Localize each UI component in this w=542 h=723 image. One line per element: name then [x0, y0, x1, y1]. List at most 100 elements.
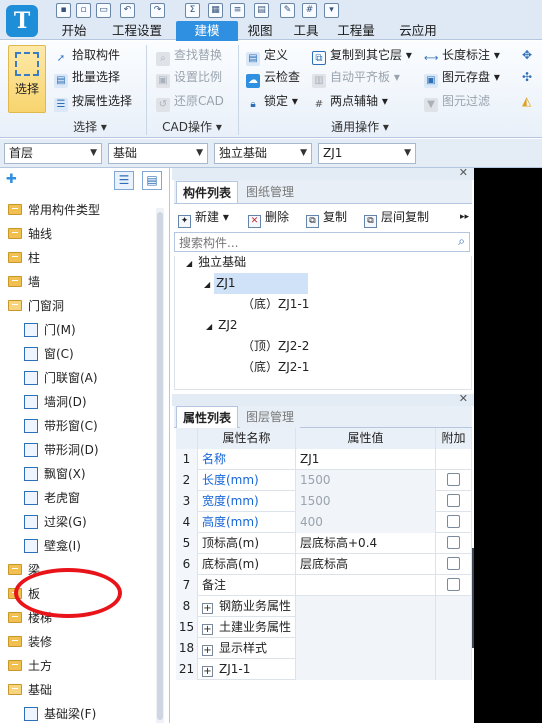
- add-checkbox[interactable]: [447, 473, 460, 486]
- table-icon[interactable]: ▦: [208, 3, 223, 18]
- property-value[interactable]: 400: [296, 512, 436, 533]
- redo-icon[interactable]: ↷: [150, 3, 165, 18]
- category-select[interactable]: 基础 ▼: [108, 143, 208, 164]
- length-dimension-button[interactable]: ⟷ 长度标注 ▾: [424, 45, 500, 65]
- property-value[interactable]: 层底标高+0.4: [296, 533, 436, 554]
- property-row[interactable]: 6 底标高(m) 层底标高: [176, 554, 472, 575]
- property-value[interactable]: 层底标高: [296, 554, 436, 575]
- property-value[interactable]: ZJ1: [296, 449, 436, 470]
- pick-component-button[interactable]: ➚ 拾取构件: [54, 45, 120, 65]
- property-row[interactable]: 5 顶标高(m) 层底标高+0.4: [176, 533, 472, 554]
- expand-all-icon[interactable]: ✚: [6, 172, 17, 187]
- lock-button[interactable]: 🔒︎ 锁定 ▾: [246, 91, 298, 111]
- list-view-icon[interactable]: ☰: [114, 171, 134, 190]
- tree-item-slab[interactable]: 板: [8, 582, 40, 606]
- property-value[interactable]: 1500: [296, 470, 436, 491]
- save-element-button[interactable]: ▣ 图元存盘 ▾: [424, 67, 500, 88]
- select-button[interactable]: 选择: [8, 45, 46, 113]
- tree-item-niche[interactable]: 壁龛(I): [24, 534, 81, 558]
- tab-cloud[interactable]: 云应用: [392, 22, 444, 40]
- tree-item-common-types[interactable]: 常用构件类型: [8, 198, 100, 222]
- expand-plus-icon[interactable]: +: [202, 666, 213, 677]
- tree-item-decoration[interactable]: 装修: [8, 630, 52, 654]
- add-checkbox[interactable]: [447, 536, 460, 549]
- tab-drawing-management[interactable]: 图纸管理: [240, 181, 301, 203]
- rotate-icon[interactable]: ✣: [522, 67, 532, 87]
- edit-icon[interactable]: ✎: [280, 3, 295, 18]
- delete-button[interactable]: ✕ 删除: [248, 206, 289, 228]
- define-button[interactable]: ▤ 定义: [246, 45, 288, 66]
- restore-cad-button[interactable]: ↺ 还原CAD: [156, 91, 224, 112]
- open-file-icon[interactable]: ▫: [76, 3, 91, 18]
- tree-item-lintel[interactable]: 过梁(G): [24, 510, 87, 534]
- common-group-label[interactable]: 通用操作 ▾: [300, 118, 420, 136]
- tree-item-strip-window[interactable]: 带形窗(C): [24, 414, 98, 438]
- new-button[interactable]: ✦ 新建 ▾: [178, 206, 229, 228]
- tree-item-door[interactable]: 门(M): [24, 318, 76, 342]
- component-search-input[interactable]: [179, 234, 439, 251]
- tree-item-earthwork[interactable]: 土方: [8, 654, 52, 678]
- undo-icon[interactable]: ↶: [120, 3, 135, 18]
- report-icon[interactable]: ≡: [230, 3, 245, 18]
- copy-to-other-layer-button[interactable]: ⧉ 复制到其它层 ▾: [312, 45, 412, 65]
- grid-icon[interactable]: #: [302, 3, 317, 18]
- tree-item-window[interactable]: 窗(C): [24, 342, 74, 366]
- app-logo[interactable]: T: [6, 5, 38, 37]
- document-icon[interactable]: ▤: [254, 3, 269, 18]
- property-row[interactable]: 15 + 土建业务属性: [176, 617, 472, 638]
- sum-icon[interactable]: Σ: [185, 3, 200, 18]
- property-row[interactable]: 3 宽度(mm) 1500: [176, 491, 472, 512]
- property-row[interactable]: 21 + ZJ1-1: [176, 659, 472, 680]
- tab-tools[interactable]: 工具: [284, 22, 328, 40]
- expand-plus-icon[interactable]: +: [202, 624, 213, 635]
- property-value[interactable]: [296, 596, 436, 617]
- left-scrollbar-thumb[interactable]: [157, 212, 163, 720]
- property-value[interactable]: [296, 659, 436, 680]
- detail-view-icon[interactable]: ▤: [142, 171, 162, 190]
- property-value[interactable]: 1500: [296, 491, 436, 512]
- tree-item-wall[interactable]: 墙: [8, 270, 40, 294]
- tree-item-foundation-beam[interactable]: 基础梁(F): [24, 702, 96, 723]
- property-row[interactable]: 18 + 显示样式: [176, 638, 472, 659]
- property-value[interactable]: [296, 617, 436, 638]
- tree-item-dormer-window[interactable]: 老虎窗: [24, 486, 80, 510]
- more-icon[interactable]: ▾: [324, 3, 339, 18]
- tree-item-strip-opening[interactable]: 带形洞(D): [24, 438, 99, 462]
- drawing-canvas[interactable]: [474, 168, 542, 723]
- property-row[interactable]: 2 长度(mm) 1500: [176, 470, 472, 491]
- copy-between-layers-button[interactable]: ⧉ 层间复制: [364, 206, 429, 228]
- move-icon[interactable]: ✥: [522, 45, 532, 65]
- save-icon[interactable]: ▪: [56, 3, 71, 18]
- tree-item-stair[interactable]: 楼梯: [8, 606, 52, 630]
- floor-select[interactable]: 首层 ▼: [4, 143, 102, 164]
- add-checkbox[interactable]: [447, 557, 460, 570]
- property-row[interactable]: 4 高度(mm) 400: [176, 512, 472, 533]
- cad-group-label[interactable]: CAD操作 ▾: [150, 118, 234, 136]
- add-checkbox[interactable]: [447, 494, 460, 507]
- tree-item-foundation[interactable]: 基础: [8, 678, 52, 702]
- add-checkbox[interactable]: [447, 578, 460, 591]
- expand-plus-icon[interactable]: +: [202, 645, 213, 656]
- property-row[interactable]: 7 备注: [176, 575, 472, 596]
- element-filter-button[interactable]: ▼ 图元过滤: [424, 91, 490, 112]
- search-icon[interactable]: ⌕: [458, 234, 465, 249]
- property-row[interactable]: 1 名称 ZJ1: [176, 449, 472, 470]
- select-by-property-button[interactable]: ☰ 按属性选择: [54, 91, 132, 112]
- two-point-axis-button[interactable]: # 两点辅轴 ▾: [312, 91, 388, 111]
- find-replace-button[interactable]: ⌕ 查找替换: [156, 45, 222, 66]
- tree-item-wall-opening[interactable]: 墙洞(D): [24, 390, 87, 414]
- copy-button[interactable]: ⧉ 复制: [306, 206, 347, 228]
- type-select[interactable]: 独立基础 ▼: [214, 143, 312, 164]
- tree-item-axis[interactable]: 轴线: [8, 222, 52, 246]
- tab-view[interactable]: 视图: [238, 22, 282, 40]
- tree-item-door-window-opening[interactable]: 门窗洞: [8, 294, 64, 318]
- set-scale-button[interactable]: ▣ 设置比例: [156, 67, 222, 88]
- tree-item-bay-window[interactable]: 飘窗(X): [24, 462, 86, 486]
- tab-component-list[interactable]: 构件列表: [176, 181, 239, 203]
- tab-property-list[interactable]: 属性列表: [176, 406, 239, 428]
- add-checkbox[interactable]: [447, 515, 460, 528]
- cloud-check-button[interactable]: ☁ 云检查: [246, 67, 300, 88]
- batch-select-button[interactable]: ▤ 批量选择: [54, 67, 120, 88]
- open-folder-icon[interactable]: ▭: [96, 3, 111, 18]
- toolbar-overflow-icon[interactable]: ▸▸: [460, 206, 469, 228]
